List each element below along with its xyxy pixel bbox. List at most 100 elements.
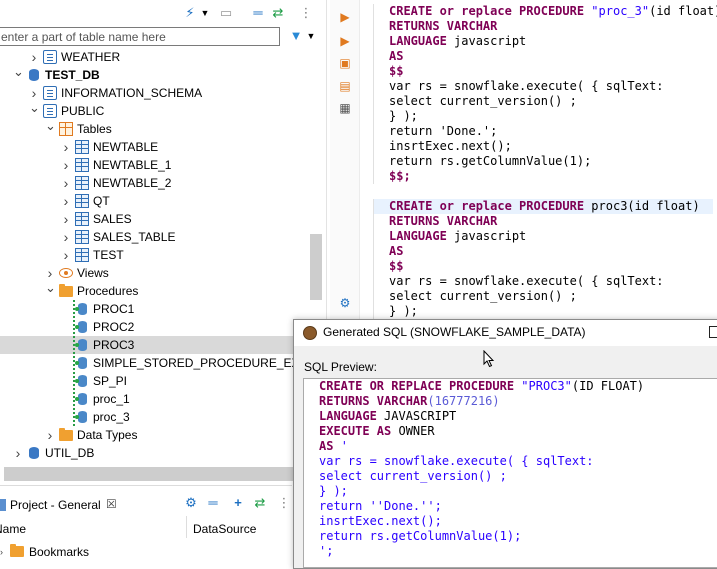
chevron-down-icon[interactable]: ⌄ [29, 101, 40, 120]
column-header-datasource[interactable]: DataSource [193, 522, 256, 536]
tree-item-sales-table[interactable]: › SALES_TABLE [0, 228, 326, 246]
code-line: AS ' [319, 439, 348, 453]
tree-item-tables[interactable]: ⌄ Tables [0, 119, 326, 138]
tree-item-qt[interactable]: › QT [0, 192, 326, 210]
tree-item-data-types[interactable]: › Data Types [0, 426, 326, 444]
tree-item-label: Data Types [77, 428, 138, 442]
code-block-proc_3[interactable]: CREATE or replace PROCEDURE "proc_3"(id … [373, 4, 717, 184]
procedure-icon [75, 410, 89, 424]
tree-item-proc1[interactable]: PROC1 [0, 300, 326, 318]
code-line: insrtExec.next(); [389, 139, 512, 153]
menu-icon[interactable]: ⋮ [276, 496, 292, 510]
tree-item-label: UTIL_DB [45, 446, 95, 460]
code-block-proc3[interactable]: CREATE or replace PROCEDURE proc3(id flo… [373, 199, 713, 319]
code-line: return rs.getColumnValue(1); [319, 529, 522, 543]
chevron-right-icon[interactable]: › [61, 156, 71, 174]
code-line: $$ [389, 259, 404, 273]
sql-preview-text[interactable]: CREATE OR REPLACE PROCEDURE "PROC3"(ID F… [303, 378, 717, 568]
mouse-cursor-icon [483, 350, 495, 368]
collapse-all-icon[interactable]: ═ [250, 6, 266, 20]
chevron-right-icon[interactable]: › [45, 426, 55, 444]
column-separator[interactable] [186, 516, 187, 538]
procedure-icon [75, 392, 89, 406]
close-icon[interactable]: ☒ [106, 497, 117, 511]
code-line: select current_version() ; [389, 289, 577, 303]
chevron-right-icon[interactable]: › [29, 48, 39, 66]
procedure-icon [75, 320, 89, 334]
add-icon[interactable]: + [230, 496, 246, 510]
link-icon[interactable]: ⇄ [252, 496, 268, 510]
tree-item-newtable-1[interactable]: › NEWTABLE_1 [0, 156, 326, 174]
chevron-right-icon[interactable]: › [61, 210, 71, 228]
tree-item-newtable-2[interactable]: › NEWTABLE_2 [0, 174, 326, 192]
maximize-icon[interactable] [709, 326, 717, 338]
code-line: RETURNS VARCHAR(16777216) [319, 394, 500, 408]
execute-statement-icon[interactable]: ▶ [338, 10, 352, 24]
table-icon [75, 140, 89, 154]
tree-item-proc-1[interactable]: proc_1 [0, 390, 326, 408]
dialog-titlebar[interactable]: Generated SQL (SNOWFLAKE_SAMPLE_DATA) [294, 320, 717, 346]
vertical-scrollbar-thumb[interactable] [310, 234, 322, 300]
explain-plan-icon[interactable]: ▦ [338, 101, 352, 115]
view-menu-icon[interactable]: ⋮ [298, 6, 314, 20]
tree-item-label: SALES_TABLE [93, 230, 176, 244]
tree-item-label: NEWTABLE_2 [93, 176, 172, 190]
tree-item-label: QT [93, 194, 110, 208]
bookmarks-label: Bookmarks [29, 545, 90, 559]
new-folder-icon[interactable]: ▭ [218, 6, 234, 20]
tree-item-test[interactable]: › TEST [0, 246, 326, 264]
execute-script-icon[interactable]: ▣ [338, 56, 352, 70]
execute-in-new-tab-icon[interactable]: ▶ [338, 34, 352, 48]
tree-item-sp-pi[interactable]: SP_PI [0, 372, 326, 390]
list-item-bookmarks[interactable]: › Bookmarks [0, 542, 200, 560]
code-line: CREATE or replace PROCEDURE proc3(id flo… [374, 199, 713, 214]
chevron-right-icon[interactable]: › [61, 174, 71, 192]
tree-item-information-schema[interactable]: › INFORMATION_SCHEMA [0, 84, 326, 102]
chevron-down-icon[interactable]: ⌄ [45, 281, 56, 300]
tree-item-label: proc_3 [93, 410, 130, 424]
connect-icon[interactable]: ⚡ [182, 6, 198, 20]
chevron-right-icon[interactable]: › [61, 138, 71, 156]
filter-icon[interactable]: ▼ [288, 29, 304, 43]
link-editor-icon[interactable]: ⇄ [270, 6, 286, 20]
tree-item-proc3[interactable]: PROC3 [0, 336, 326, 354]
settings-gear-icon[interactable]: ⚙ [338, 296, 352, 310]
tree-item-proc-3[interactable]: proc_3 [0, 408, 326, 426]
code-line: '; [319, 544, 334, 558]
database-navigator: ⚡ ▼ ▭ ═ ⇄ ⋮ ▼ ▼ ›WEATHER⌄TEST_DB›INFORMA… [0, 0, 326, 484]
tab-project-general[interactable]: Project - General ☒ [0, 486, 126, 520]
tree-item-label: proc_1 [93, 392, 130, 406]
horizontal-scrollbar-thumb[interactable] [4, 467, 310, 481]
tree-item-simple-stored-procedure-examp[interactable]: SIMPLE_STORED_PROCEDURE_EXAMP [0, 354, 326, 372]
table-icon [75, 158, 89, 172]
chevron-right-icon[interactable]: › [0, 547, 3, 557]
chevron-down-icon[interactable]: ▼ [200, 6, 210, 20]
gear-icon[interactable]: ⚙ [183, 496, 199, 510]
tree-item-proc2[interactable]: PROC2 [0, 318, 326, 336]
chevron-down-icon[interactable]: ⌄ [45, 119, 56, 138]
chevron-right-icon[interactable]: › [61, 228, 71, 246]
procedure-icon [75, 302, 89, 316]
code-line: var rs = snowflake.execute( { sqlText: [319, 454, 594, 468]
chevron-down-icon[interactable]: ⌄ [13, 65, 24, 84]
collapse-icon[interactable]: ═ [205, 496, 221, 510]
tree-item-procedures[interactable]: ⌄ Procedures [0, 281, 326, 300]
code-line: LANGUAGE javascript [389, 34, 527, 48]
tree-item-newtable[interactable]: › NEWTABLE [0, 138, 326, 156]
execute-script-new-tab-icon[interactable]: ▤ [338, 79, 352, 93]
sql-editor[interactable]: ▶ ▶ ▣ ▤ ▦ ⚙ CREATE or replace PROCEDURE … [330, 0, 717, 320]
table-filter-input[interactable] [0, 27, 280, 46]
tree-item-weather[interactable]: › WEATHER [0, 48, 326, 66]
chevron-right-icon[interactable]: › [13, 444, 23, 462]
code-line: LANGUAGE javascript [389, 229, 527, 243]
filter-options-chevron-icon[interactable]: ▼ [306, 29, 316, 43]
code-line: $$; [389, 169, 411, 183]
tree-item-label: NEWTABLE_1 [93, 158, 172, 172]
tree-item-test-db[interactable]: ⌄ TEST_DB [0, 65, 326, 84]
chevron-right-icon[interactable]: › [61, 192, 71, 210]
chevron-right-icon[interactable]: › [61, 246, 71, 264]
tree-item-util-db[interactable]: › UTIL_DB [0, 444, 326, 462]
tree-item-label: PUBLIC [61, 104, 105, 118]
column-header-name[interactable]: Name [0, 522, 26, 536]
tree-item-sales[interactable]: › SALES [0, 210, 326, 228]
